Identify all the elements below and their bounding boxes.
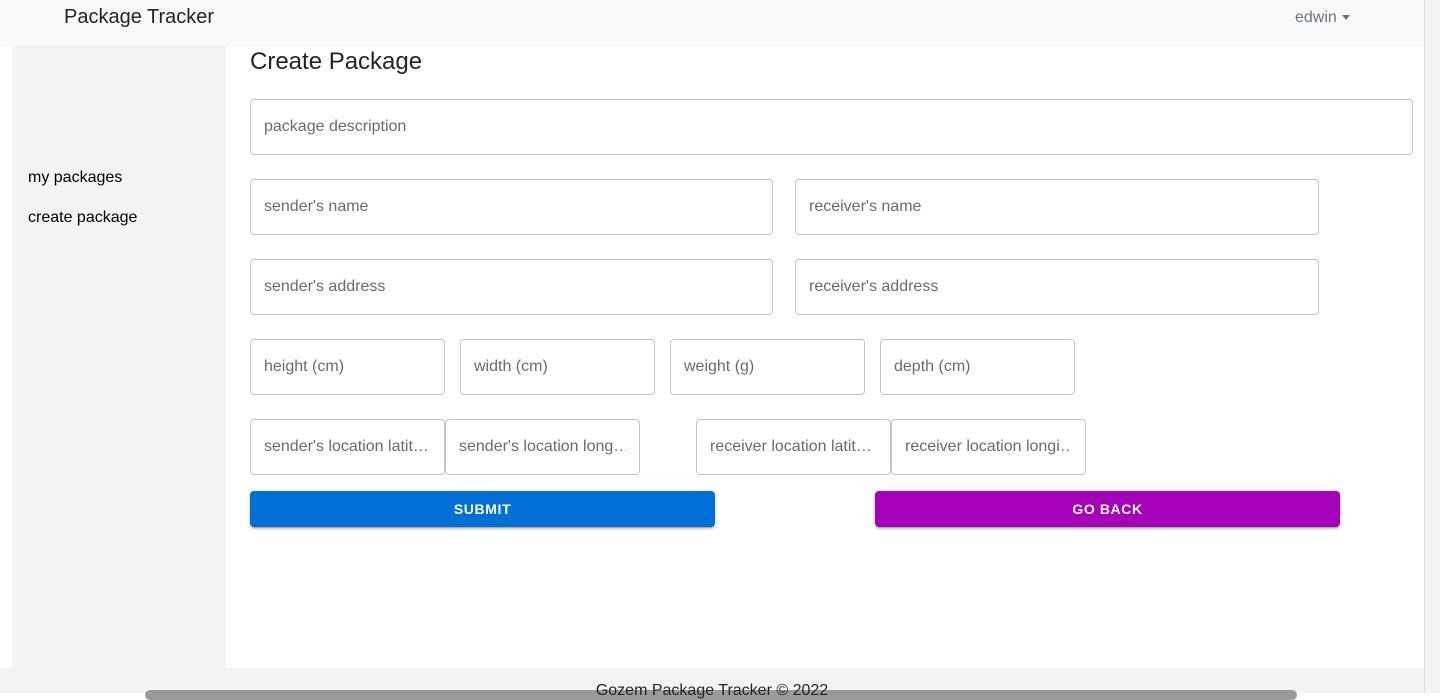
user-menu-dropdown[interactable]: edwin	[1295, 9, 1350, 27]
height-input[interactable]	[251, 340, 444, 394]
go-back-button[interactable]: GO BACK	[875, 491, 1340, 527]
package-description-input[interactable]	[251, 100, 1412, 154]
receiver-longitude-input[interactable]	[892, 420, 1085, 474]
sender-name-field	[250, 179, 773, 235]
scrollbar-track[interactable]	[1424, 0, 1440, 693]
brand-title[interactable]: Package Tracker	[64, 6, 214, 29]
submit-button[interactable]: SUBMIT	[250, 491, 715, 527]
caret-down-icon	[1341, 14, 1350, 20]
width-field	[460, 339, 655, 395]
height-field	[250, 339, 445, 395]
receiver-latitude-field	[696, 419, 891, 475]
package-description-field	[250, 99, 1413, 155]
receiver-address-field	[795, 259, 1319, 315]
depth-field	[880, 339, 1075, 395]
sidebar-item-my-packages[interactable]: my packages	[28, 169, 122, 187]
sender-longitude-input[interactable]	[446, 420, 639, 474]
weight-input[interactable]	[671, 340, 864, 394]
main-content: Create Package SUBMIT GO BACK	[226, 46, 1424, 668]
receiver-latitude-input[interactable]	[697, 420, 890, 474]
depth-input[interactable]	[881, 340, 1074, 394]
weight-field	[670, 339, 865, 395]
sender-name-input[interactable]	[251, 180, 772, 234]
receiver-name-field	[795, 179, 1319, 235]
navbar: Package Tracker edwin	[0, 0, 1424, 46]
user-name: edwin	[1295, 9, 1337, 26]
footer: Gozem Package Tracker © 2022	[0, 668, 1424, 700]
sidebar: my packages create package	[12, 46, 226, 668]
receiver-longitude-field	[891, 419, 1086, 475]
sender-latitude-input[interactable]	[251, 420, 444, 474]
sender-address-field	[250, 259, 773, 315]
sidebar-item-create-package[interactable]: create package	[28, 209, 137, 227]
receiver-address-input[interactable]	[796, 260, 1318, 314]
page-title: Create Package	[250, 48, 423, 75]
sender-address-input[interactable]	[251, 260, 772, 314]
sender-longitude-field	[445, 419, 640, 475]
width-input[interactable]	[461, 340, 654, 394]
receiver-name-input[interactable]	[796, 180, 1318, 234]
sender-latitude-field	[250, 419, 445, 475]
footer-text: Gozem Package Tracker © 2022	[595, 682, 829, 699]
